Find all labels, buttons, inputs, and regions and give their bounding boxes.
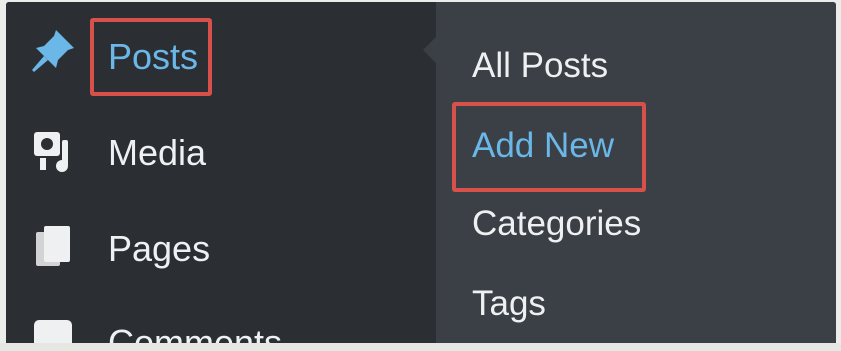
submenu-item-categories[interactable]: Categories <box>472 204 641 244</box>
photo-edge <box>0 343 841 351</box>
pages-icon <box>36 226 70 266</box>
sidebar-item-label: Pages <box>108 228 211 269</box>
highlight-box-posts <box>90 18 212 96</box>
highlight-box-add-new <box>452 102 646 192</box>
submenu-pointer <box>423 36 437 64</box>
submenu-item-all-posts[interactable]: All Posts <box>472 46 608 86</box>
submenu-item-tags[interactable]: Tags <box>472 284 546 324</box>
media-icon <box>34 132 68 172</box>
pushpin-icon <box>32 30 74 72</box>
wp-admin-menu-screen: Posts Media Pages Comments All Posts Add… <box>6 2 836 351</box>
sidebar-item-label: Media <box>108 132 207 173</box>
admin-sidebar: Posts Media Pages Comments <box>6 2 436 351</box>
